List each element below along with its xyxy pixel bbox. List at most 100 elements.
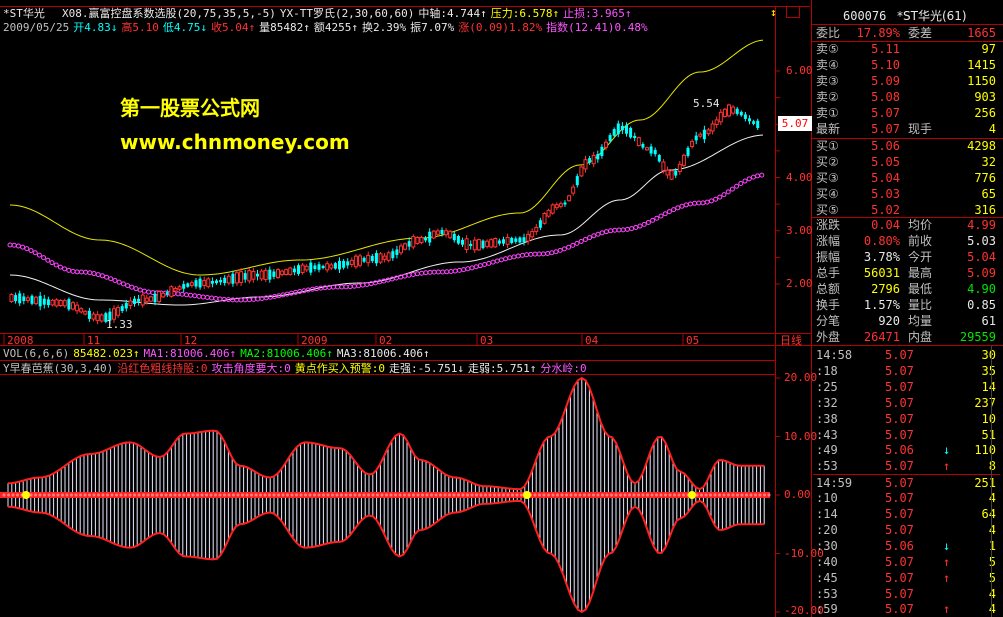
- candle-body: [522, 237, 526, 243]
- ask-level-row[interactable]: 卖⑤ 5.11 97: [813, 41, 1000, 57]
- candle-body: [616, 123, 620, 135]
- zero-dot: [416, 493, 420, 497]
- zero-dot: [385, 493, 388, 497]
- bid-level-row[interactable]: 买⑤ 5.02 316: [813, 202, 1000, 218]
- candle-body: [346, 261, 350, 266]
- tick-row[interactable]: :53 5.07 4: [813, 586, 1000, 602]
- tick-row[interactable]: :14 5.07 64: [813, 506, 1000, 522]
- candle-body: [144, 297, 149, 302]
- stop-loss-dot: [87, 270, 93, 276]
- tick-time: :53: [816, 459, 838, 474]
- ask-level-row[interactable]: 卖④ 5.10 1415: [813, 57, 1000, 73]
- sub-indicator-legend-item: 攻击角度要大:0: [211, 362, 291, 375]
- tick-price: 5.07: [885, 363, 914, 378]
- tick-row[interactable]: 14:59 5.07 251: [813, 474, 1000, 490]
- ohlc-legend: 2009/05/25 开4.83↓ 高5.10 低4.75↓ 收5.04↑ 量85482↑…: [3, 21, 652, 34]
- candle-body: [58, 300, 63, 306]
- tick-row[interactable]: :59 5.07 ↑ 4: [813, 601, 1000, 617]
- sub-indicator-legend-item: Y早春芭蕉(30,3,40): [3, 362, 114, 375]
- zero-dot: [452, 493, 456, 497]
- stop-loss-dot: [343, 284, 349, 290]
- level-price: 5.06: [871, 139, 900, 153]
- stat-label: 均量: [908, 314, 933, 328]
- stop-loss-dot: [137, 287, 143, 293]
- tick-row[interactable]: :40 5.07 ↑ 5: [813, 554, 1000, 570]
- zero-dot: [650, 493, 654, 497]
- tick-row[interactable]: :20 5.07 4: [813, 522, 1000, 538]
- candle-body: [353, 255, 358, 268]
- period-label[interactable]: 日线: [780, 334, 802, 347]
- ask-level-row[interactable]: 卖② 5.08 903: [813, 89, 1000, 105]
- tick-row[interactable]: :32 5.07 237: [813, 395, 1000, 411]
- candle-body: [169, 286, 174, 297]
- stop-loss-dot: [410, 272, 416, 278]
- tick-row[interactable]: :53 5.07 ↑ 8: [813, 458, 1000, 474]
- candle-body: [612, 129, 616, 136]
- candle-body: [710, 123, 715, 132]
- stop-loss-dot: [251, 296, 257, 302]
- stop-loss-dot: [419, 270, 425, 276]
- zero-dot: [277, 493, 280, 497]
- zero-dot: [331, 493, 334, 497]
- stop-loss-dot: [423, 270, 429, 276]
- tick-row[interactable]: 14:58 5.07 30: [813, 347, 1000, 363]
- bid-level-row[interactable]: 买③ 5.04 776: [813, 170, 1000, 186]
- bid-level-row[interactable]: 买④ 5.03 65: [813, 186, 1000, 202]
- zero-dot: [511, 493, 514, 497]
- bid-level-row[interactable]: 买① 5.06 4298: [813, 138, 1000, 154]
- tick-time: :45: [816, 570, 838, 585]
- candle-body: [313, 265, 317, 269]
- tick-row[interactable]: :18 5.07 35: [813, 363, 1000, 379]
- zero-dot: [326, 493, 330, 497]
- panel-scrollbar[interactable]: [991, 346, 1001, 617]
- stop-loss-dot: [435, 269, 441, 275]
- tick-row[interactable]: :45 5.07 ↑ 5: [813, 570, 1000, 586]
- level-price: 5.04: [871, 171, 900, 185]
- indicator-legend-item: 止损:3.965↑: [563, 7, 632, 20]
- zero-dot: [205, 493, 208, 497]
- stop-loss-dot: [574, 240, 580, 246]
- zero-dot: [655, 493, 658, 497]
- tick-row[interactable]: :49 5.06 ↓ 110: [813, 442, 1000, 458]
- stat-value: 2796: [871, 282, 900, 296]
- tick-row[interactable]: :10 5.07 4: [813, 490, 1000, 506]
- lock-icon[interactable]: ↕: [770, 6, 780, 19]
- candle-body: [140, 294, 145, 306]
- zero-dot: [263, 493, 267, 497]
- tick-row[interactable]: :30 5.06 ↓ 1: [813, 538, 1000, 554]
- zero-dot: [628, 493, 631, 497]
- stop-loss-dot: [230, 297, 236, 303]
- stop-loss-dot: [637, 223, 643, 229]
- candle-body: [194, 280, 198, 287]
- ask-level-row[interactable]: 卖③ 5.09 1150: [813, 73, 1000, 89]
- tick-row[interactable]: :25 5.07 14: [813, 379, 1000, 395]
- stop-loss-dot: [414, 271, 420, 277]
- candle-body: [378, 253, 383, 263]
- current-price-tag: 5.07: [778, 116, 812, 131]
- ohlc-legend-item: 额4255↑: [313, 21, 358, 34]
- candle-body: [239, 271, 244, 283]
- zero-dot: [124, 493, 127, 497]
- stop-loss-dot: [629, 226, 635, 232]
- bid-level-row[interactable]: 买② 5.05 32: [813, 154, 1000, 170]
- level-label: 买①: [816, 139, 839, 153]
- tick-row[interactable]: :43 5.07 51: [813, 427, 1000, 443]
- stop-loss-dot: [78, 269, 84, 275]
- candle-body: [722, 108, 727, 118]
- candle-body: [321, 265, 325, 269]
- quote-code: 600076: [843, 9, 887, 23]
- zero-dot: [677, 493, 681, 497]
- stop-loss-dot: [246, 297, 252, 303]
- tick-row[interactable]: :38 5.07 10: [813, 411, 1000, 427]
- sub-indicator-legend: Y早春芭蕉(30,3,40) 沿红色粗线持股:0 攻击角度要大:0 黄点作买入预警:0…: [3, 362, 591, 375]
- candle-body: [690, 140, 695, 147]
- window-restore-icon[interactable]: [786, 6, 800, 18]
- stop-loss-dot: [503, 256, 509, 262]
- level-label: 卖④: [816, 58, 839, 72]
- candle-body: [608, 135, 612, 142]
- stop-loss-dot: [734, 183, 740, 189]
- stop-loss-dot: [57, 264, 63, 270]
- candle-body: [718, 111, 723, 123]
- ask-level-row[interactable]: 卖① 5.07 256: [813, 105, 1000, 121]
- stop-loss-dot: [104, 274, 110, 280]
